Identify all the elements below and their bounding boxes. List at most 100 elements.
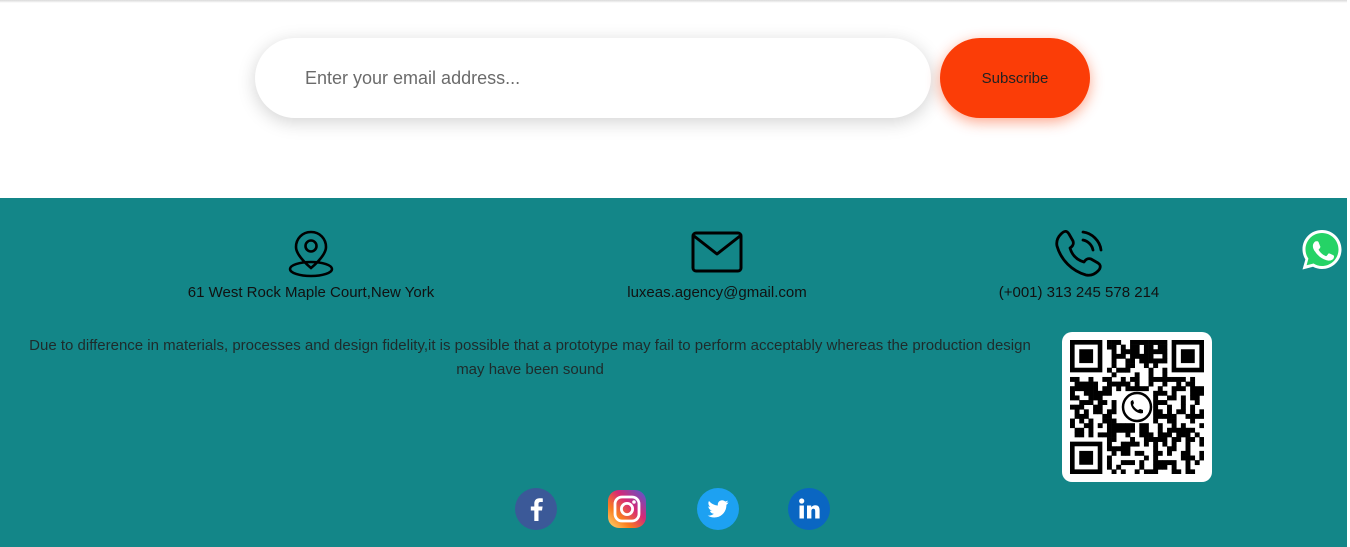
qr-module	[1190, 404, 1196, 410]
qr-module	[1180, 400, 1186, 405]
qr-module	[1185, 441, 1191, 447]
qr-module	[1111, 340, 1117, 345]
qr-module	[1199, 437, 1204, 442]
qr-module	[1139, 427, 1145, 433]
qr-module	[1106, 423, 1112, 429]
whatsapp-chat-button[interactable]	[1300, 228, 1344, 272]
qr-module	[1171, 376, 1177, 382]
qr-module	[1162, 441, 1168, 447]
qr-module	[1106, 376, 1112, 382]
qr-module	[1111, 353, 1117, 359]
qr-module	[1088, 381, 1094, 387]
email-input[interactable]	[255, 38, 931, 118]
subscribe-button[interactable]: Subscribe	[940, 38, 1090, 118]
top-divider	[0, 0, 1350, 3]
qr-module	[1120, 367, 1126, 373]
qr-module	[1097, 432, 1103, 438]
qr-module	[1120, 446, 1126, 452]
qr-module	[1074, 395, 1080, 401]
qr-module	[1083, 390, 1089, 396]
qr-module	[1125, 381, 1131, 387]
qr-module	[1167, 446, 1172, 452]
qr-module	[1088, 418, 1094, 424]
qr-module	[1079, 400, 1085, 405]
qr-module	[1185, 460, 1191, 466]
qr-module	[1162, 460, 1168, 466]
qr-module	[1093, 381, 1099, 387]
qr-module	[1102, 400, 1108, 405]
qr-module	[1180, 455, 1186, 461]
qr-module	[1171, 441, 1177, 447]
email-text: luxeas.agency@gmail.com	[627, 284, 807, 301]
qr-module	[1185, 464, 1191, 470]
qr-module	[1180, 395, 1186, 401]
qr-module	[1162, 437, 1168, 442]
qr-module	[1157, 450, 1163, 456]
qr-module	[1143, 358, 1149, 364]
qr-module	[1070, 395, 1075, 401]
facebook-link[interactable]	[515, 488, 557, 530]
qr-module	[1176, 437, 1182, 442]
qr-module	[1130, 423, 1135, 429]
qr-module	[1102, 390, 1108, 396]
qr-module	[1125, 432, 1131, 438]
qr-module	[1171, 464, 1177, 470]
qr-module	[1134, 376, 1140, 382]
qr-module	[1130, 437, 1135, 442]
location-pin-icon	[161, 228, 461, 278]
qr-module	[1102, 413, 1108, 419]
qr-module	[1157, 349, 1163, 355]
qr-module	[1157, 432, 1163, 438]
qr-module	[1093, 395, 1099, 401]
qr-module	[1153, 376, 1159, 382]
qr-module	[1143, 427, 1149, 433]
qr-module	[1162, 340, 1168, 345]
qr-module	[1153, 390, 1159, 396]
qr-module	[1083, 423, 1089, 429]
instagram-link[interactable]	[606, 488, 648, 530]
qr-module	[1194, 395, 1200, 401]
qr-module	[1139, 353, 1145, 359]
qr-module	[1088, 376, 1094, 382]
qr-module	[1120, 423, 1126, 429]
qr-module	[1167, 432, 1172, 438]
qr-module	[1074, 381, 1080, 387]
qr-module	[1162, 367, 1168, 373]
qr-module	[1148, 437, 1154, 442]
qr-module	[1148, 367, 1154, 373]
qr-module	[1143, 344, 1149, 350]
qr-module	[1088, 423, 1094, 429]
qr-module	[1111, 363, 1117, 369]
qr-module	[1125, 349, 1131, 355]
qr-module	[1111, 358, 1117, 364]
qr-module	[1190, 395, 1196, 401]
qr-module	[1139, 423, 1145, 429]
qr-module	[1153, 409, 1159, 415]
qr-module	[1157, 460, 1163, 466]
qr-module	[1139, 432, 1145, 438]
twitter-link[interactable]	[697, 488, 739, 530]
qr-module	[1088, 386, 1094, 392]
qr-module	[1199, 450, 1204, 456]
qr-module	[1102, 386, 1108, 392]
qr-module	[1194, 386, 1200, 392]
qr-module	[1111, 432, 1117, 438]
phone-text: (+001) 313 245 578 214	[998, 284, 1160, 301]
qr-module	[1171, 413, 1177, 419]
qr-module	[1157, 400, 1163, 405]
linkedin-link[interactable]	[788, 488, 830, 530]
qr-module	[1125, 427, 1131, 433]
qr-module	[1070, 386, 1075, 392]
qr-module	[1180, 409, 1186, 415]
qr-module	[1199, 409, 1204, 415]
qr-module	[1176, 376, 1182, 382]
contact-email: luxeas.agency@gmail.com	[567, 230, 867, 301]
qr-module	[1171, 427, 1177, 433]
qr-module	[1125, 367, 1131, 373]
qr-module	[1125, 423, 1131, 429]
qr-module	[1199, 441, 1204, 447]
qr-module	[1180, 450, 1186, 456]
qr-module	[1153, 349, 1159, 355]
qr-module	[1125, 358, 1131, 364]
qr-module	[1106, 441, 1112, 447]
